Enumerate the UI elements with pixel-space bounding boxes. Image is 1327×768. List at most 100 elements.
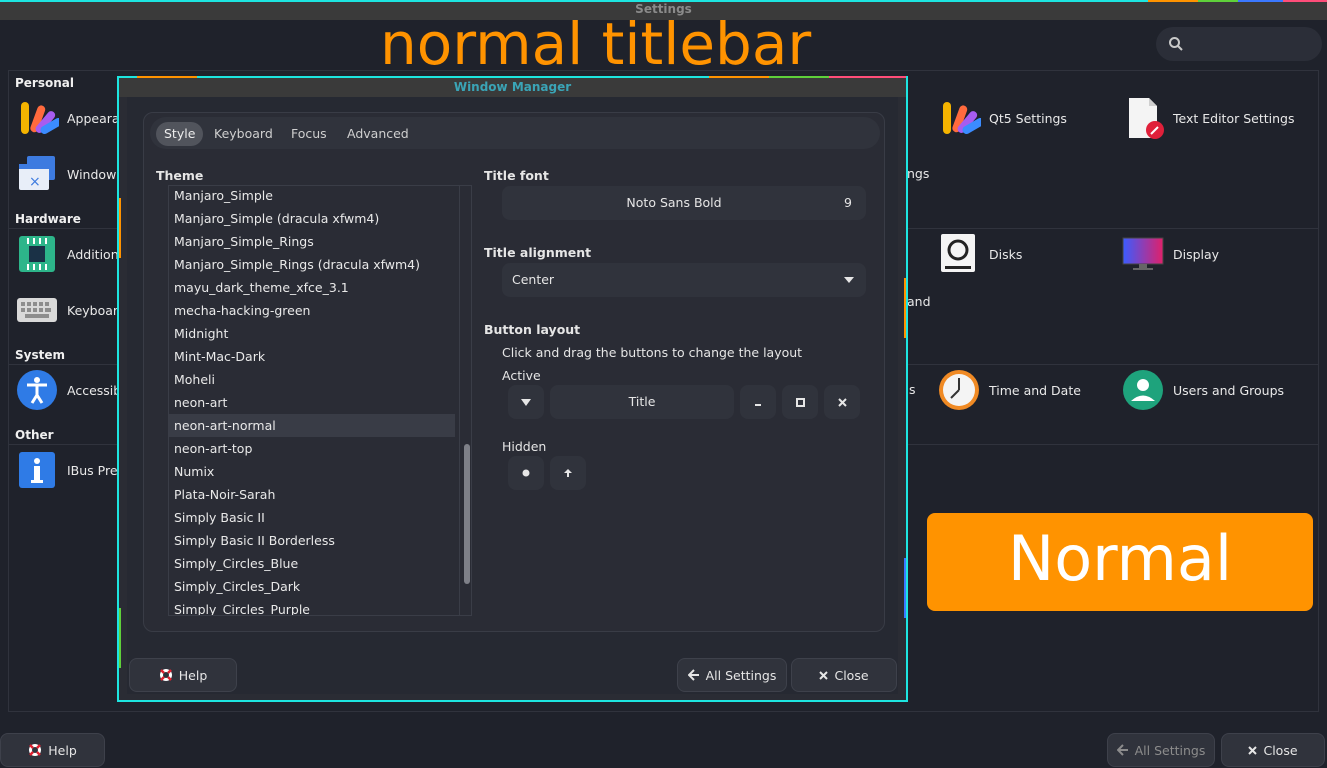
accessibility-icon (15, 368, 59, 412)
scrollbar[interactable] (459, 186, 471, 615)
item-display[interactable]: Display (1121, 232, 1219, 276)
all-settings-label: All Settings (1134, 742, 1206, 758)
display-icon (1121, 232, 1165, 276)
arrow-left-icon (1116, 744, 1128, 756)
item-users-and-groups[interactable]: Users and Groups (1121, 368, 1284, 412)
list-item[interactable]: Mint-Mac-Dark (169, 345, 455, 368)
lifebuoy-icon (29, 744, 42, 756)
tab-focus[interactable]: Focus (283, 122, 335, 146)
list-item[interactable]: Plata-Noir-Sarah (169, 483, 455, 506)
tab-style[interactable]: Style (156, 122, 204, 146)
list-item[interactable]: Manjaro_Simple (dracula xfwm4) (169, 207, 455, 230)
item-keyboard[interactable]: Keyboard (15, 288, 126, 332)
list-item[interactable]: mecha-hacking-green (169, 299, 455, 322)
item-additional-drivers[interactable]: Additiona (15, 232, 126, 276)
list-item[interactable]: neon-art (169, 391, 455, 414)
item-label: Qt5 Settings (989, 110, 1067, 126)
help-button[interactable]: Help (0, 733, 105, 767)
info-icon (15, 448, 59, 492)
keyboard-icon (15, 288, 59, 332)
shade-button[interactable] (550, 456, 586, 490)
list-item-selected[interactable]: neon-art-normal (169, 414, 455, 437)
close-icon (1248, 745, 1258, 755)
list-item[interactable]: Simply Basic II Borderless (169, 529, 455, 552)
maximize-button[interactable] (782, 385, 818, 419)
list-item[interactable]: Moheli (169, 368, 455, 391)
normal-badge: Normal (927, 513, 1313, 611)
section-personal: Personal (15, 76, 74, 90)
item-label: Text Editor Settings (1173, 110, 1295, 126)
tab-advanced[interactable]: Advanced (339, 122, 417, 146)
title-font-size: 9 (844, 195, 852, 210)
window-manager-dialog: Window Manager Style Keyboard Focus Adva… (117, 76, 908, 702)
dialog-help-button[interactable]: Help (129, 658, 237, 692)
button-layout-hint: Click and drag the buttons to change the… (502, 345, 803, 360)
item-accessibility[interactable]: Accessibi (15, 368, 125, 412)
item-disks[interactable]: Disks (937, 232, 1022, 276)
item-appearance[interactable]: Appearan (15, 96, 128, 140)
list-item[interactable]: Simply Basic II (169, 506, 455, 529)
disks-icon (937, 232, 981, 276)
close-layout-button[interactable] (824, 385, 860, 419)
arrow-up-icon (564, 469, 572, 477)
stick-button[interactable] (508, 456, 544, 490)
list-item[interactable]: Simply_Circles_Dark (169, 575, 455, 598)
list-item[interactable]: neon-art-top (169, 437, 455, 460)
arrow-left-icon (687, 669, 699, 681)
dialog-body: Style Keyboard Focus Advanced Theme Manj… (127, 97, 898, 694)
list-item[interactable]: Manjaro_Simple_Rings (dracula xfwm4) (169, 253, 455, 276)
item-label: and (907, 294, 931, 309)
title-font-button[interactable]: Noto Sans Bold 9 (502, 186, 866, 220)
item-qt5-settings[interactable]: Qt5 Settings (937, 96, 1067, 140)
dot-icon (522, 469, 530, 477)
scrollbar-thumb[interactable] (464, 444, 470, 584)
dialog-title: Window Manager (119, 78, 906, 97)
item-window-manager[interactable]: × Window M (15, 152, 131, 196)
overlay-heading: normal titlebar (380, 10, 812, 78)
all-settings-button[interactable]: All Settings (1107, 733, 1215, 767)
item-ibus-preferences[interactable]: IBus Pref (15, 448, 122, 492)
tab-bar: Style Keyboard Focus Advanced (150, 117, 880, 149)
active-label: Active (502, 368, 541, 383)
list-item[interactable]: mayu_dark_theme_xfce_3.1 (169, 276, 455, 299)
text-editor-icon (1121, 96, 1165, 140)
list-item[interactable]: Manjaro_Simple (169, 186, 455, 207)
tab-keyboard[interactable]: Keyboard (206, 122, 281, 146)
theme-heading: Theme (156, 168, 204, 183)
list-item[interactable]: Midnight (169, 322, 455, 345)
minimize-button[interactable] (740, 385, 776, 419)
title-layout-button[interactable]: Title (550, 385, 734, 419)
menu-button[interactable] (508, 385, 544, 419)
list-item[interactable]: Simply_Circles_Purple (169, 598, 455, 615)
list-item[interactable]: Manjaro_Simple_Rings (169, 230, 455, 253)
item-label: s (909, 382, 916, 397)
close-button[interactable]: Close (1221, 733, 1325, 767)
item-label: Disks (989, 246, 1023, 262)
section-hardware: Hardware (15, 212, 81, 226)
dialog-close-button[interactable]: Close (791, 658, 897, 692)
button-layout-heading: Button layout (484, 322, 581, 337)
item-partial-system[interactable]: s (909, 382, 916, 397)
help-label: Help (178, 667, 208, 683)
appearance-icon (15, 96, 59, 140)
list-item[interactable]: Numix (169, 460, 455, 483)
title-font-heading: Title font (484, 168, 549, 183)
item-time-and-date[interactable]: Time and Date (937, 368, 1081, 412)
close-icon (837, 397, 847, 407)
item-text-editor-settings[interactable]: Text Editor Settings (1121, 96, 1295, 140)
help-label: Help (48, 742, 77, 758)
hidden-label: Hidden (502, 439, 547, 454)
section-other: Other (15, 428, 54, 442)
qt5-settings-icon (937, 96, 981, 140)
item-partial-hardware[interactable]: and (907, 294, 931, 309)
close-label: Close (834, 667, 869, 683)
title-alignment-select[interactable]: Center (502, 263, 866, 297)
svg-text:×: × (29, 174, 41, 190)
dialog-all-settings-button[interactable]: All Settings (677, 658, 787, 692)
theme-list[interactable]: Manjaro_Simple Manjaro_Simple (dracula x… (168, 185, 472, 616)
chip-icon (15, 232, 59, 276)
close-icon (819, 670, 829, 680)
list-item[interactable]: Simply_Circles_Blue (169, 552, 455, 575)
search-input[interactable] (1156, 27, 1322, 61)
item-partial-settings[interactable]: ngs (907, 166, 929, 181)
